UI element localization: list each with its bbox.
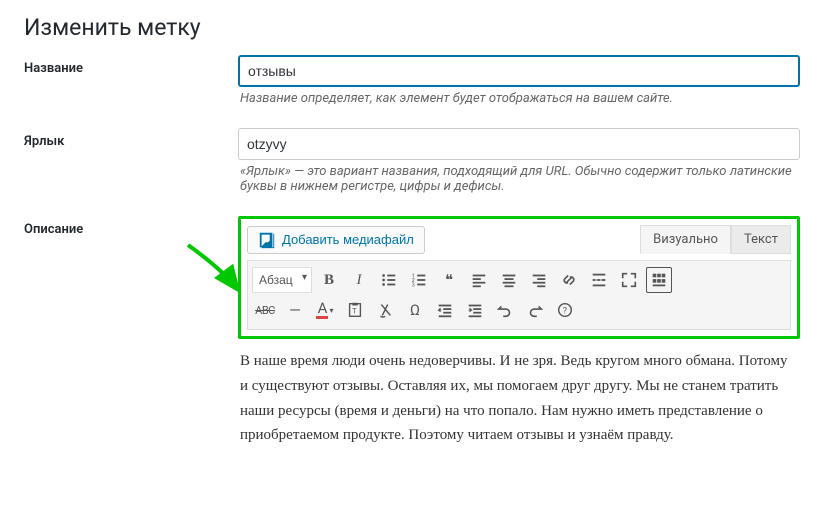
help-button[interactable]: ? xyxy=(552,297,578,323)
italic-button[interactable]: I xyxy=(346,267,372,293)
fullscreen-button[interactable] xyxy=(616,267,642,293)
text-color-button[interactable]: A▾ xyxy=(312,297,338,323)
name-input[interactable] xyxy=(238,55,800,87)
name-label: Название xyxy=(24,55,238,106)
redo-button[interactable] xyxy=(522,297,548,323)
svg-text:T: T xyxy=(352,307,357,316)
bold-button[interactable]: B xyxy=(316,267,342,293)
outdent-button[interactable] xyxy=(432,297,458,323)
slug-description: «Ярлык» — это вариант названия, подходящ… xyxy=(240,164,798,194)
special-char-button[interactable]: Ω xyxy=(402,297,428,323)
bullet-list-button[interactable] xyxy=(376,267,402,293)
tab-text[interactable]: Текст xyxy=(731,225,791,254)
align-center-button[interactable] xyxy=(496,267,522,293)
toolbar-toggle-button[interactable] xyxy=(646,267,672,293)
blockquote-button[interactable]: ❝ xyxy=(436,267,462,293)
description-content[interactable]: В наше время люди очень недоверчивы. И н… xyxy=(238,349,800,448)
link-button[interactable] xyxy=(556,267,582,293)
svg-text:?: ? xyxy=(563,307,567,317)
format-select[interactable]: Абзац xyxy=(252,267,312,293)
align-right-button[interactable] xyxy=(526,267,552,293)
paste-text-button[interactable]: T xyxy=(342,297,368,323)
read-more-button[interactable] xyxy=(586,267,612,293)
name-description: Название определяет, как элемент будет о… xyxy=(240,91,798,106)
slug-input[interactable] xyxy=(238,128,800,160)
add-media-button[interactable]: Добавить медиафайл xyxy=(247,226,425,254)
editor-toolbar: Абзац B I 123 ❝ ABC xyxy=(247,260,791,330)
svg-text:3: 3 xyxy=(412,282,415,288)
add-media-label: Добавить медиафайл xyxy=(282,232,414,247)
media-icon xyxy=(258,231,276,249)
align-left-button[interactable] xyxy=(466,267,492,293)
undo-button[interactable] xyxy=(492,297,518,323)
slug-label: Ярлык xyxy=(24,128,238,194)
clear-formatting-button[interactable] xyxy=(372,297,398,323)
tab-visual[interactable]: Визуально xyxy=(640,225,731,254)
editor-highlight: Добавить медиафайл Визуально Текст Абзац… xyxy=(238,216,800,339)
numbered-list-button[interactable]: 123 xyxy=(406,267,432,293)
editor-tabs: Визуально Текст xyxy=(640,225,791,254)
strikethrough-button[interactable]: ABC xyxy=(252,297,278,323)
indent-button[interactable] xyxy=(462,297,488,323)
hr-button[interactable]: — xyxy=(282,297,308,323)
page-title: Изменить метку xyxy=(24,14,800,41)
description-label: Описание xyxy=(24,216,238,448)
